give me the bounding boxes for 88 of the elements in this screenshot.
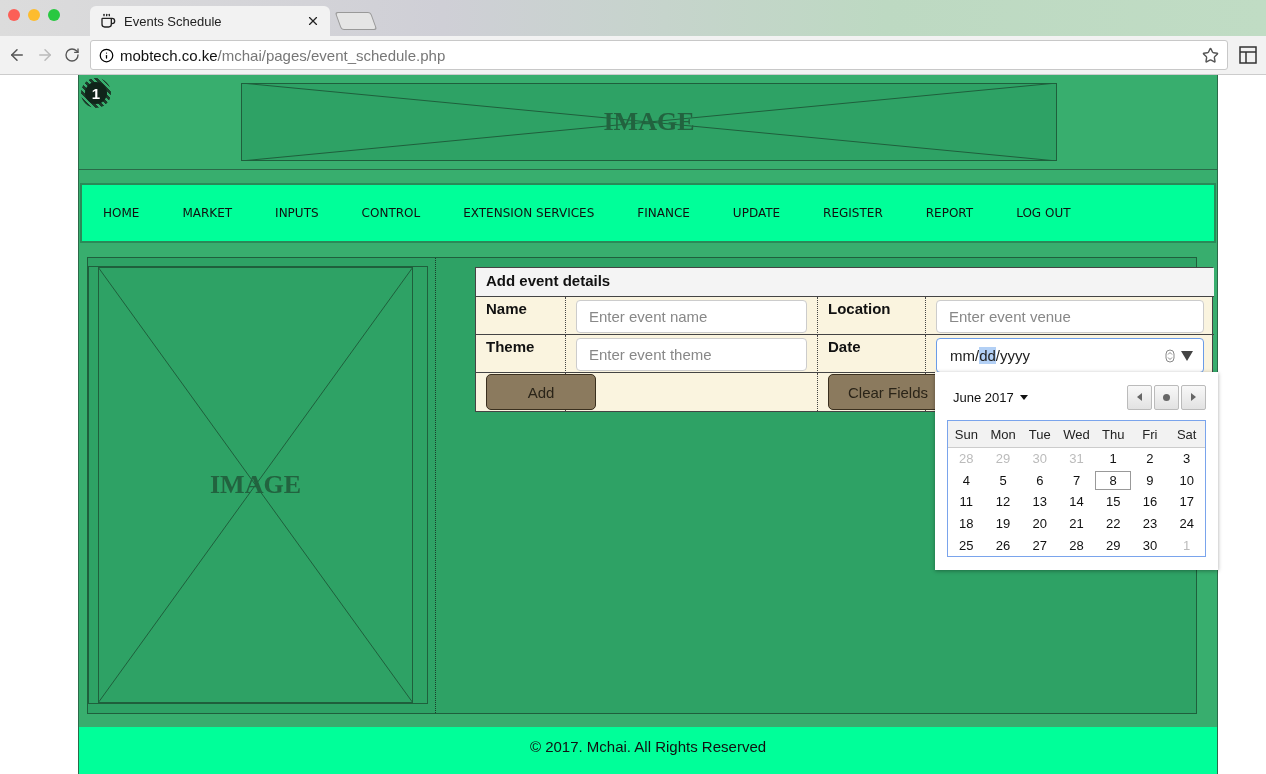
back-icon[interactable] — [8, 46, 26, 64]
field-label: Date — [828, 338, 861, 355]
calendar-day[interactable]: 12 — [992, 492, 1014, 512]
date-segment[interactable]: mm — [950, 347, 975, 364]
month-selector[interactable]: June 2017 — [947, 389, 1125, 405]
calendar-day[interactable]: 20 — [1029, 514, 1050, 534]
calendar-day[interactable]: 21 — [1066, 514, 1087, 534]
caret-icon — [1019, 394, 1028, 400]
calendar-day[interactable]: 27 — [1029, 535, 1050, 555]
weekday-label: Fri — [1141, 426, 1159, 442]
weekday-label: Sat — [1175, 426, 1198, 442]
image-label: IMAGE — [210, 470, 301, 500]
number-badge: 1 — [81, 78, 111, 108]
weekday-label: Thu — [1101, 426, 1126, 442]
info-icon[interactable] — [99, 47, 114, 63]
layout-icon[interactable] — [1238, 45, 1258, 65]
field-label: Name — [486, 300, 527, 317]
text-field[interactable]: Enter event theme — [576, 338, 807, 371]
spinner-icon[interactable] — [1165, 348, 1175, 363]
date-segment[interactable]: / — [995, 347, 1001, 364]
coffee-cup-icon — [100, 13, 116, 29]
calendar-day[interactable]: 24 — [1176, 514, 1197, 534]
weekday-label: Mon — [989, 426, 1017, 442]
calendar-day[interactable]: 23 — [1139, 514, 1161, 534]
nav-link[interactable]: UPDATE — [732, 206, 781, 220]
url-path: /mchai/pages/event_schedule.php — [217, 46, 447, 64]
reload-icon[interactable] — [64, 47, 80, 63]
nav-link[interactable]: FINANCE — [637, 206, 690, 220]
nav-link[interactable]: REGISTER — [823, 206, 883, 220]
field-label: Location — [828, 300, 891, 317]
browser-tab[interactable]: Events Schedule — [90, 6, 330, 36]
calendar-day[interactable]: 29 — [1102, 535, 1124, 555]
calendar-day[interactable]: 28 — [1066, 535, 1087, 555]
calendar-day[interactable]: 2 — [1143, 449, 1157, 469]
nav-link[interactable]: INPUTS — [275, 206, 319, 220]
calendar-day[interactable]: 22 — [1102, 514, 1124, 534]
calendar-day[interactable]: 17 — [1176, 492, 1197, 512]
calendar-day[interactable]: 16 — [1139, 492, 1161, 512]
text-field[interactable]: Enter event name — [576, 300, 807, 333]
add-button[interactable]: Add — [486, 374, 596, 410]
calendar-day[interactable]: 18 — [956, 514, 977, 534]
today-button[interactable] — [1154, 384, 1179, 410]
address-bar[interactable]: mobtech.co.ke/mchai/pages/event_schedule.php — [90, 40, 1228, 70]
nav-link[interactable]: CONTROL — [361, 206, 421, 220]
previous-month-button[interactable] — [1127, 384, 1152, 410]
nav-link[interactable]: EXTENSION SERVICES — [463, 206, 595, 220]
text-field[interactable]: Enter event venue — [936, 300, 1204, 333]
nav-link[interactable]: REPORT — [925, 206, 974, 220]
calendar-day[interactable]: 15 — [1102, 492, 1124, 512]
calendar-day[interactable]: 1 — [1106, 449, 1120, 469]
calendar-day[interactable]: 13 — [1029, 492, 1050, 512]
weekday-label: Wed — [1062, 426, 1091, 442]
date-segment[interactable]: / — [975, 347, 980, 364]
calendar-day[interactable]: 10 — [1176, 470, 1197, 490]
tab-title: Events Schedule — [124, 13, 223, 29]
copyright-text: © 2017. Mchai. All Rights Reserved — [529, 738, 767, 757]
calendar-day[interactable]: 4 — [959, 470, 973, 490]
weekday-label: Tue — [1027, 426, 1052, 442]
weekday-label: Sun — [953, 426, 979, 442]
calendar-day[interactable]: 11 — [956, 492, 977, 512]
date-segment[interactable]: yyyy — [1000, 347, 1031, 364]
url-host: mobtech.co.ke — [120, 46, 218, 64]
date-segment[interactable]: dd — [979, 347, 996, 364]
calendar-day[interactable]: 14 — [1066, 492, 1087, 512]
left-triangle-icon — [1137, 393, 1142, 401]
calendar-day[interactable]: 5 — [996, 470, 1010, 490]
next-month-button[interactable] — [1181, 384, 1206, 410]
calendar-day[interactable]: 9 — [1143, 470, 1157, 490]
form-title: Add event details — [476, 268, 1214, 297]
dropdown-icon[interactable] — [1181, 350, 1193, 361]
dot-icon — [1163, 393, 1170, 401]
image-label: IMAGE — [603, 107, 695, 137]
date-field[interactable]: mm/dd/yyyy — [936, 338, 1204, 373]
calendar-day[interactable]: 19 — [992, 514, 1014, 534]
right-triangle-icon — [1191, 393, 1196, 401]
bookmark-star-icon[interactable] — [1202, 46, 1219, 64]
field-label: Theme — [486, 338, 535, 355]
calendar-day[interactable]: 6 — [1033, 470, 1047, 490]
close-tab-icon[interactable] — [306, 14, 320, 28]
calendar-day[interactable]: 26 — [992, 535, 1014, 555]
nav-link[interactable]: LOG OUT — [1016, 206, 1071, 220]
calendar-day[interactable]: 25 — [956, 535, 977, 555]
calendar-day[interactable]: 7 — [1069, 470, 1084, 490]
nav-link[interactable]: MARKET — [182, 206, 233, 220]
calendar-day[interactable]: 3 — [1180, 449, 1194, 469]
calendar-day[interactable]: 30 — [1139, 535, 1161, 555]
nav-link[interactable]: HOME — [103, 206, 140, 220]
calendar-day[interactable]: 8 — [1095, 470, 1132, 490]
